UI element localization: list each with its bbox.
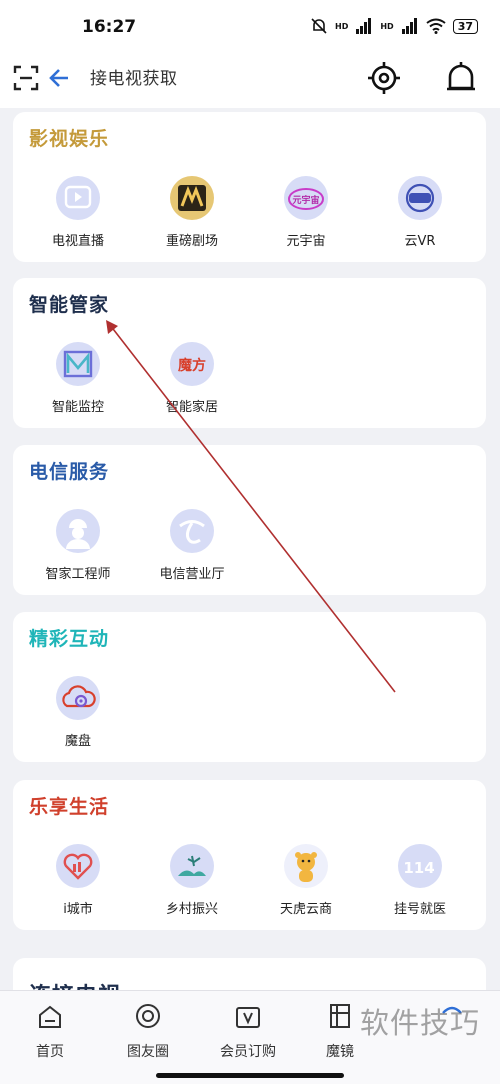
section-title: 精彩互动	[29, 628, 110, 650]
tile-label: 智能监控	[51, 400, 104, 415]
tile-tianhu-cloud-shop[interactable]: 天虎云商	[251, 844, 361, 954]
tile-theater[interactable]: 重磅剧场	[137, 176, 247, 286]
tile-telecom-hall[interactable]: 电信营业厅	[137, 509, 247, 619]
tile-label: 电信营业厅	[159, 567, 225, 582]
status-icons: HD HD 37	[310, 17, 478, 35]
mirror-icon	[330, 1004, 350, 1028]
vr-headset-icon	[398, 176, 442, 220]
tile-smart-home[interactable]: 魔方 智能家居	[137, 342, 247, 452]
tile-label: 重磅剧场	[165, 234, 218, 249]
header-title: 接电视获取	[90, 69, 178, 89]
nav-label: 魔镜	[326, 1044, 354, 1060]
tile-label: 智能家居	[165, 400, 218, 415]
section-card-entertainment: 影视娱乐 电视直播 重磅剧场 元宇宙 元宇宙 云VR	[13, 112, 486, 262]
smart-home-icon: 魔方	[170, 342, 214, 386]
tile-label: 魔盘	[64, 734, 91, 749]
hospital-114-icon: 114	[398, 844, 442, 888]
section-card-smart-butler: 智能管家 智能监控 魔方 智能家居	[13, 278, 486, 428]
village-icon	[170, 844, 214, 888]
tile-tv-live[interactable]: 电视直播	[23, 176, 133, 286]
nav-home[interactable]: 首页	[10, 1001, 90, 1061]
status-bar: 16:27 HD HD 37	[0, 0, 500, 50]
status-time: 16:27	[82, 17, 137, 37]
tile-label: i城市	[63, 902, 93, 917]
tiger-icon	[284, 844, 328, 888]
nav-label: 图友圈	[127, 1044, 169, 1060]
tile-label: 智家工程师	[45, 567, 111, 582]
signal-hd-label-1: HD	[335, 21, 349, 31]
wifi-icon	[426, 18, 446, 34]
home-icon	[39, 1005, 61, 1028]
watermark-text: 软件技巧	[360, 1006, 481, 1040]
monitor-icon	[56, 342, 100, 386]
tile-home-engineer[interactable]: 智家工程师	[23, 509, 133, 619]
tile-label: 元宇宙	[286, 234, 326, 249]
tile-label: 云VR	[404, 234, 436, 249]
tile-rural-revitalization[interactable]: 乡村振兴	[137, 844, 247, 954]
tile-magic-disk[interactable]: 魔盘	[23, 676, 133, 786]
vip-icon	[236, 1007, 260, 1028]
mute-bell-icon	[311, 18, 327, 34]
metaverse-icon-text: 元宇宙	[292, 194, 319, 206]
cloud-disk-icon	[56, 676, 100, 720]
tile-label: 乡村振兴	[165, 902, 218, 917]
tile-metaverse[interactable]: 元宇宙 元宇宙	[251, 176, 361, 286]
section-title: 影视娱乐	[29, 128, 110, 150]
section-card-enjoy-life: 乐享生活 i城市 乡村振兴 天虎云商 114 挂号就医	[13, 780, 486, 930]
tile-cloud-vr[interactable]: 云VR	[365, 176, 475, 286]
battery-level: 37	[452, 18, 478, 34]
signal-hd-label-2: HD	[380, 21, 394, 31]
section-card-telecom-service: 电信服务 智家工程师 电信营业厅	[13, 445, 486, 595]
nav-vip-order[interactable]: 会员订购	[208, 1001, 288, 1061]
top-bar: 接电视获取	[0, 50, 500, 108]
home-indicator	[156, 1073, 344, 1078]
section-title: 乐享生活	[29, 796, 110, 818]
hospital-114-icon-text: 114	[403, 859, 434, 877]
signal-icon-2	[401, 18, 417, 34]
section-card-interactive: 精彩互动 魔盘	[13, 612, 486, 762]
telecom-icon	[170, 509, 214, 553]
settings-gear-icon[interactable]	[366, 60, 402, 96]
tile-smart-monitor[interactable]: 智能监控	[23, 342, 133, 452]
tile-hospital-registration[interactable]: 114 挂号就医	[365, 844, 475, 954]
nav-label: 会员订购	[220, 1044, 276, 1060]
section-title: 电信服务	[29, 461, 110, 483]
theater-icon	[170, 176, 214, 220]
back-arrow-icon[interactable]	[48, 64, 72, 92]
tile-label: 天虎云商	[279, 902, 332, 917]
metaverse-icon: 元宇宙	[284, 176, 328, 220]
smart-home-icon-text: 魔方	[178, 357, 206, 374]
tv-play-icon	[56, 176, 100, 220]
tile-label: 挂号就医	[393, 902, 446, 917]
tile-i-city[interactable]: i城市	[23, 844, 133, 954]
city-heart-icon	[56, 844, 100, 888]
bell-icon[interactable]	[442, 60, 480, 96]
scan-icon[interactable]	[12, 64, 40, 92]
tile-label: 电视直播	[51, 234, 104, 249]
nav-label: 首页	[36, 1044, 64, 1060]
engineer-icon	[56, 509, 100, 553]
circle-icon	[136, 1004, 160, 1028]
nav-photo-circle[interactable]: 图友圈	[108, 1001, 188, 1061]
section-title: 智能管家	[29, 294, 110, 316]
signal-icon	[356, 18, 372, 34]
